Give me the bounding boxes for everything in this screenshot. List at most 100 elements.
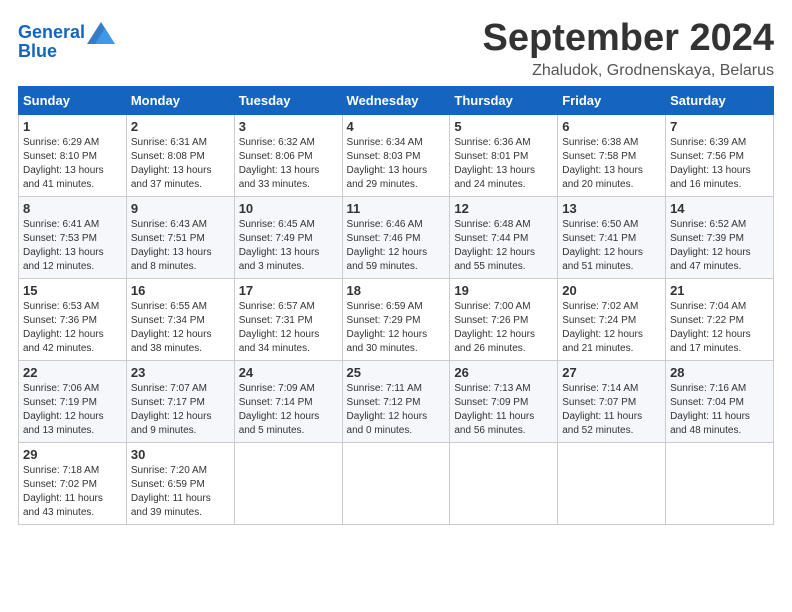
week-row-3: 15 Sunrise: 6:53 AM Sunset: 7:36 PM Dayli… [19,278,774,360]
day-cell [450,442,558,524]
day-number: 15 [23,283,122,298]
day-cell: 24 Sunrise: 7:09 AM Sunset: 7:14 PM Dayli… [234,360,342,442]
weekday-header-row: SundayMondayTuesdayWednesdayThursdayFrid… [19,86,774,114]
day-number: 2 [131,119,230,134]
day-details: Sunrise: 6:31 AM Sunset: 8:08 PM Dayligh… [131,136,230,192]
day-number: 30 [131,447,230,462]
day-number: 3 [239,119,338,134]
day-cell: 13Sunrise: 6:50 AM Sunset: 7:41 PM Dayli… [558,196,666,278]
location: Zhaludok, Grodnenskaya, Belarus [483,62,775,80]
weekday-thursday: Thursday [450,86,558,114]
weekday-friday: Friday [558,86,666,114]
day-cell [234,442,342,524]
day-cell [666,442,774,524]
day-number: 23 [131,365,230,380]
day-number: 24 [239,365,338,380]
day-number: 25 [347,365,446,380]
day-cell: 14Sunrise: 6:52 AM Sunset: 7:39 PM Dayli… [666,196,774,278]
day-details: Sunrise: 6:45 AM Sunset: 7:49 PM Dayligh… [239,218,338,274]
day-details: Sunrise: 6:39 AM Sunset: 7:56 PM Dayligh… [670,136,769,192]
day-cell: 28 Sunrise: 7:16 AM Sunset: 7:04 PM Dayli… [666,360,774,442]
day-details: Sunrise: 7:09 AM Sunset: 7:14 PM Dayligh… [239,382,338,438]
day-details: Sunrise: 6:34 AM Sunset: 8:03 PM Dayligh… [347,136,446,192]
weekday-monday: Monday [126,86,234,114]
day-number: 20 [562,283,661,298]
day-details: Sunrise: 7:13 AM Sunset: 7:09 PM Dayligh… [454,382,553,438]
day-cell: 7 Sunrise: 6:39 AM Sunset: 7:56 PM Daylig… [666,114,774,196]
day-details: Sunrise: 6:32 AM Sunset: 8:06 PM Dayligh… [239,136,338,192]
day-cell: 1 Sunrise: 6:29 AM Sunset: 8:10 PM Daylig… [19,114,127,196]
day-cell: 22Sunrise: 7:06 AM Sunset: 7:19 PM Dayli… [19,360,127,442]
day-cell: 6Sunrise: 6:38 AM Sunset: 7:58 PM Daylig… [558,114,666,196]
day-cell: 2 Sunrise: 6:31 AM Sunset: 8:08 PM Daylig… [126,114,234,196]
day-details: Sunrise: 6:59 AM Sunset: 7:29 PM Dayligh… [347,300,446,356]
day-details: Sunrise: 7:16 AM Sunset: 7:04 PM Dayligh… [670,382,769,438]
header: General Blue September 2024 Zhaludok, Gr… [18,18,774,80]
day-number: 26 [454,365,553,380]
day-cell: 19Sunrise: 7:00 AM Sunset: 7:26 PM Dayli… [450,278,558,360]
day-number: 16 [131,283,230,298]
logo-text: General [18,23,85,43]
weekday-wednesday: Wednesday [342,86,450,114]
day-number: 29 [23,447,122,462]
day-number: 18 [347,283,446,298]
week-row-5: 29 Sunrise: 7:18 AM Sunset: 7:02 PM Dayli… [19,442,774,524]
day-number: 28 [670,365,769,380]
day-number: 19 [454,283,553,298]
day-cell: 4 Sunrise: 6:34 AM Sunset: 8:03 PM Daylig… [342,114,450,196]
day-number: 11 [347,201,446,216]
day-cell: 15 Sunrise: 6:53 AM Sunset: 7:36 PM Dayli… [19,278,127,360]
day-cell: 3 Sunrise: 6:32 AM Sunset: 8:06 PM Daylig… [234,114,342,196]
calendar-page: General Blue September 2024 Zhaludok, Gr… [0,0,792,612]
day-cell: 27 Sunrise: 7:14 AM Sunset: 7:07 PM Dayli… [558,360,666,442]
day-details: Sunrise: 6:41 AM Sunset: 7:53 PM Dayligh… [23,218,122,274]
day-cell: 26 Sunrise: 7:13 AM Sunset: 7:09 PM Dayli… [450,360,558,442]
day-cell [558,442,666,524]
day-cell: 10Sunrise: 6:45 AM Sunset: 7:49 PM Dayli… [234,196,342,278]
day-number: 21 [670,283,769,298]
day-cell: 25Sunrise: 7:11 AM Sunset: 7:12 PM Dayli… [342,360,450,442]
day-details: Sunrise: 6:48 AM Sunset: 7:44 PM Dayligh… [454,218,553,274]
day-number: 12 [454,201,553,216]
day-details: Sunrise: 7:14 AM Sunset: 7:07 PM Dayligh… [562,382,661,438]
day-cell: 17Sunrise: 6:57 AM Sunset: 7:31 PM Dayli… [234,278,342,360]
day-details: Sunrise: 7:07 AM Sunset: 7:17 PM Dayligh… [131,382,230,438]
day-cell: 20 Sunrise: 7:02 AM Sunset: 7:24 PM Dayli… [558,278,666,360]
logo-icon [87,22,115,44]
day-cell: 18 Sunrise: 6:59 AM Sunset: 7:29 PM Dayli… [342,278,450,360]
day-cell: 30 Sunrise: 7:20 AM Sunset: 6:59 PM Dayli… [126,442,234,524]
week-row-4: 22Sunrise: 7:06 AM Sunset: 7:19 PM Dayli… [19,360,774,442]
day-number: 22 [23,365,122,380]
day-number: 6 [562,119,661,134]
week-row-1: 1 Sunrise: 6:29 AM Sunset: 8:10 PM Daylig… [19,114,774,196]
day-number: 27 [562,365,661,380]
calendar-table: SundayMondayTuesdayWednesdayThursdayFrid… [18,86,774,525]
day-number: 17 [239,283,338,298]
day-details: Sunrise: 6:53 AM Sunset: 7:36 PM Dayligh… [23,300,122,356]
day-number: 7 [670,119,769,134]
week-row-2: 8 Sunrise: 6:41 AM Sunset: 7:53 PM Daylig… [19,196,774,278]
day-cell: 16 Sunrise: 6:55 AM Sunset: 7:34 PM Dayli… [126,278,234,360]
day-details: Sunrise: 6:29 AM Sunset: 8:10 PM Dayligh… [23,136,122,192]
day-details: Sunrise: 6:52 AM Sunset: 7:39 PM Dayligh… [670,218,769,274]
day-cell: 23 Sunrise: 7:07 AM Sunset: 7:17 PM Dayli… [126,360,234,442]
day-number: 8 [23,201,122,216]
day-details: Sunrise: 7:04 AM Sunset: 7:22 PM Dayligh… [670,300,769,356]
day-details: Sunrise: 7:20 AM Sunset: 6:59 PM Dayligh… [131,464,230,520]
day-number: 4 [347,119,446,134]
day-details: Sunrise: 7:02 AM Sunset: 7:24 PM Dayligh… [562,300,661,356]
day-cell: 5 Sunrise: 6:36 AM Sunset: 8:01 PM Daylig… [450,114,558,196]
day-cell: 12 Sunrise: 6:48 AM Sunset: 7:44 PM Dayli… [450,196,558,278]
day-number: 5 [454,119,553,134]
day-cell: 29 Sunrise: 7:18 AM Sunset: 7:02 PM Dayli… [19,442,127,524]
weekday-saturday: Saturday [666,86,774,114]
day-cell: 11 Sunrise: 6:46 AM Sunset: 7:46 PM Dayli… [342,196,450,278]
day-number: 9 [131,201,230,216]
day-details: Sunrise: 6:55 AM Sunset: 7:34 PM Dayligh… [131,300,230,356]
day-details: Sunrise: 6:36 AM Sunset: 8:01 PM Dayligh… [454,136,553,192]
logo: General Blue [18,22,115,62]
day-details: Sunrise: 6:46 AM Sunset: 7:46 PM Dayligh… [347,218,446,274]
day-number: 1 [23,119,122,134]
day-cell: 21 Sunrise: 7:04 AM Sunset: 7:22 PM Dayli… [666,278,774,360]
day-details: Sunrise: 7:18 AM Sunset: 7:02 PM Dayligh… [23,464,122,520]
